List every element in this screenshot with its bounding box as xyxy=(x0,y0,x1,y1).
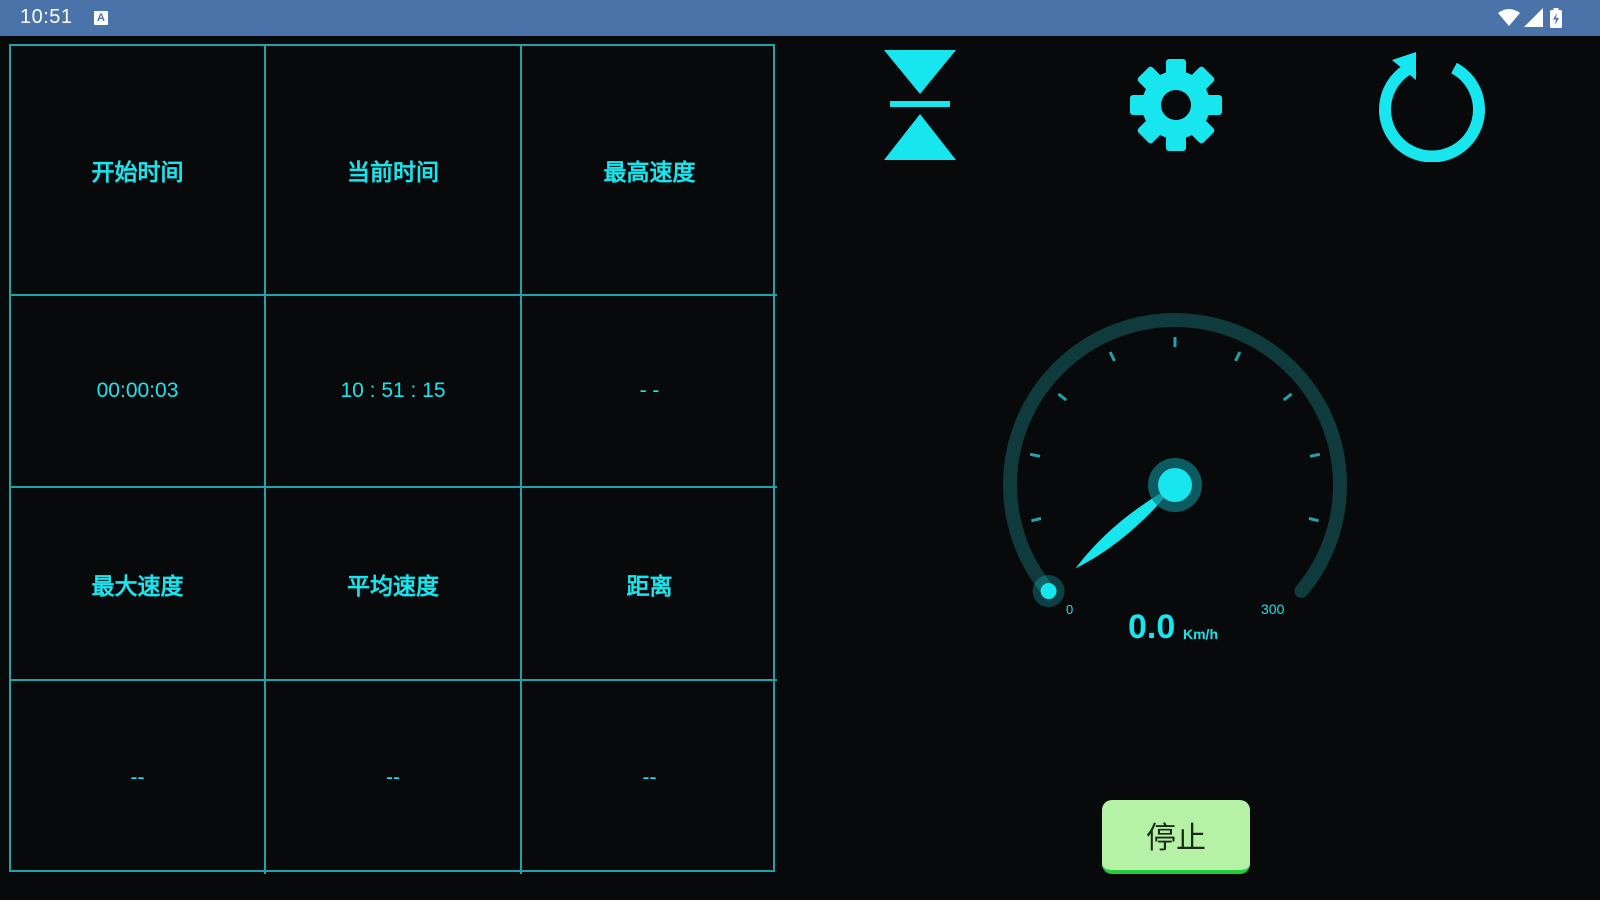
wifi-icon xyxy=(1498,9,1520,26)
header-start-time: 开始时间 xyxy=(11,46,266,296)
gauge-tick xyxy=(1308,516,1319,523)
battery-charging-icon xyxy=(1550,8,1562,28)
gauge-min-label: 0 xyxy=(1066,602,1074,617)
gauge-tick xyxy=(1031,516,1042,523)
value-start-time: 00:00:03 xyxy=(11,296,266,488)
stop-button[interactable]: 停止 xyxy=(1102,800,1250,874)
gauge-max-label: 300 xyxy=(1261,601,1285,617)
value-avg-speed: -- xyxy=(266,681,522,874)
value-top-speed: - - xyxy=(522,296,777,488)
gauge-tick xyxy=(1282,392,1293,402)
header-top-speed: 最高速度 xyxy=(522,46,777,296)
gauge-tick xyxy=(1029,452,1041,458)
refresh-icon[interactable] xyxy=(1372,50,1492,162)
status-bar: 10:51 A xyxy=(0,0,1600,36)
header-current-time: 当前时间 xyxy=(266,46,522,296)
gauge-track xyxy=(1003,313,1347,599)
hourglass-icon[interactable] xyxy=(880,48,960,164)
speed-unit: Km/h xyxy=(1183,626,1218,642)
speed-readout: 0.0 xyxy=(1128,608,1176,646)
gauge-track-arc xyxy=(1003,313,1347,599)
value-distance: -- xyxy=(642,765,657,789)
gauge-tick xyxy=(1057,392,1068,402)
header-distance: 距离 xyxy=(522,488,777,681)
signal-icon xyxy=(1524,8,1543,27)
gauge-tick xyxy=(1108,351,1116,362)
gauge-tick xyxy=(1309,452,1321,458)
notification-a-icon: A xyxy=(94,11,108,25)
gauge-needle xyxy=(1075,458,1202,569)
value-max-speed: -- xyxy=(11,681,266,874)
stats-table: 开始时间 当前时间 最高速度 00:00:03 10 : 51 : 15 - -… xyxy=(9,44,777,874)
status-icons xyxy=(1498,8,1578,28)
status-time: 10:51 xyxy=(20,6,73,28)
gauge-value-dot xyxy=(1040,583,1057,600)
header-avg-speed: 平均速度 xyxy=(266,488,522,681)
speedometer-gauge xyxy=(1003,313,1347,608)
gauge-hub xyxy=(1158,468,1192,502)
value-current-time: 10 : 51 : 15 xyxy=(266,296,522,488)
gauge-tick xyxy=(1234,351,1242,362)
header-max-speed: 最大速度 xyxy=(11,488,266,681)
gear-icon[interactable] xyxy=(1128,56,1224,154)
